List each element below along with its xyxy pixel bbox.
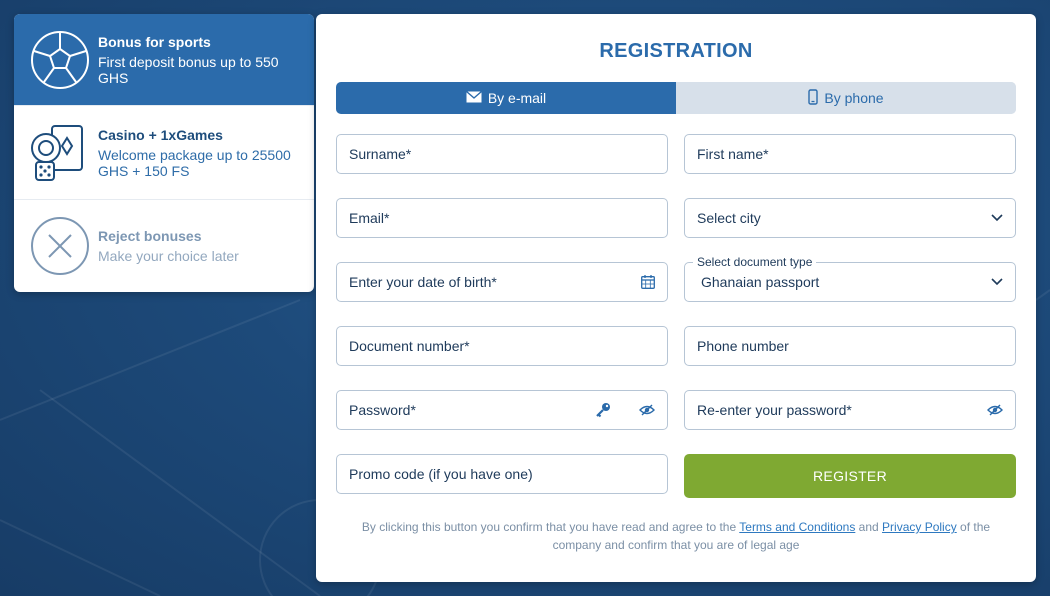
eye-slash-icon[interactable]	[987, 404, 1003, 416]
date-of-birth-field[interactable]: Enter your date of birth*	[336, 262, 668, 302]
first-name-field[interactable]: First name*	[684, 134, 1016, 174]
phone-number-placeholder: Phone number	[697, 338, 789, 354]
bonus-option-reject[interactable]: Reject bonuses Make your choice later	[14, 200, 314, 292]
password-field[interactable]: Password*	[336, 390, 668, 430]
key-icon[interactable]	[595, 402, 611, 418]
document-number-field[interactable]: Document number*	[336, 326, 668, 366]
terms-notice: By clicking this button you confirm that…	[336, 518, 1016, 554]
envelope-icon	[465, 90, 482, 106]
registration-form: REGISTRATION By e-mail By phone Surname*	[316, 14, 1036, 582]
terms-text: and	[855, 520, 883, 534]
soccer-ball-icon	[30, 30, 90, 90]
eye-slash-icon[interactable]	[639, 404, 655, 416]
tab-by-phone[interactable]: By phone	[676, 82, 1016, 114]
phone-number-field[interactable]: Phone number	[684, 326, 1016, 366]
city-placeholder: Select city	[697, 210, 761, 226]
tab-by-email[interactable]: By e-mail	[336, 82, 676, 114]
bonus-description: Welcome package up to 25500 GHS + 150 FS	[98, 146, 291, 179]
register-button[interactable]: REGISTER	[684, 454, 1016, 498]
terms-and-conditions-link[interactable]: Terms and Conditions	[739, 520, 855, 534]
repeat-password-field[interactable]: Re-enter your password*	[684, 390, 1016, 430]
phone-icon	[808, 88, 819, 108]
document-number-placeholder: Document number*	[349, 338, 470, 354]
document-type-value: Ghanaian passport	[701, 274, 820, 290]
chevron-down-icon	[991, 214, 1003, 222]
privacy-policy-link[interactable]: Privacy Policy	[882, 520, 957, 534]
document-type-label: Select document type	[693, 255, 817, 269]
promo-code-placeholder: Promo code (if you have one)	[349, 466, 533, 482]
city-select[interactable]: Select city	[684, 198, 1016, 238]
document-type-select[interactable]: Select document type Ghanaian passport	[684, 255, 1016, 302]
date-of-birth-placeholder: Enter your date of birth*	[349, 274, 497, 290]
bonus-title: Bonus for sports	[98, 33, 211, 50]
chevron-down-icon	[991, 278, 1003, 286]
registration-method-tabs: By e-mail By phone	[336, 82, 1016, 114]
casino-chips-cards-icon	[30, 123, 90, 183]
bonus-description: First deposit bonus up to 550 GHS	[98, 53, 279, 86]
promo-code-field[interactable]: Promo code (if you have one)	[336, 454, 668, 494]
bonus-option-casino[interactable]: Casino + 1xGames Welcome package up to 2…	[14, 106, 314, 200]
tab-label: By phone	[824, 90, 884, 106]
bonus-description: Make your choice later	[98, 248, 239, 264]
bonus-title: Reject bonuses	[98, 228, 202, 244]
page-title: REGISTRATION	[599, 40, 753, 62]
reject-x-icon	[30, 216, 90, 276]
calendar-icon[interactable]	[641, 275, 655, 289]
bonus-option-sports[interactable]: Bonus for sports First deposit bonus up …	[14, 14, 314, 106]
surname-field[interactable]: Surname*	[336, 134, 668, 174]
password-placeholder: Password*	[349, 402, 416, 418]
terms-text: By clicking this button you confirm that…	[361, 520, 740, 534]
tab-label: By e-mail	[487, 90, 547, 106]
first-name-placeholder: First name*	[697, 146, 769, 162]
surname-placeholder: Surname*	[349, 146, 412, 162]
repeat-password-placeholder: Re-enter your password*	[697, 402, 852, 418]
email-field[interactable]: Email*	[336, 198, 668, 238]
bonus-selection-panel: Bonus for sports First deposit bonus up …	[14, 14, 314, 292]
email-placeholder: Email*	[349, 210, 390, 226]
bonus-title: Casino + 1xGames	[98, 126, 223, 143]
